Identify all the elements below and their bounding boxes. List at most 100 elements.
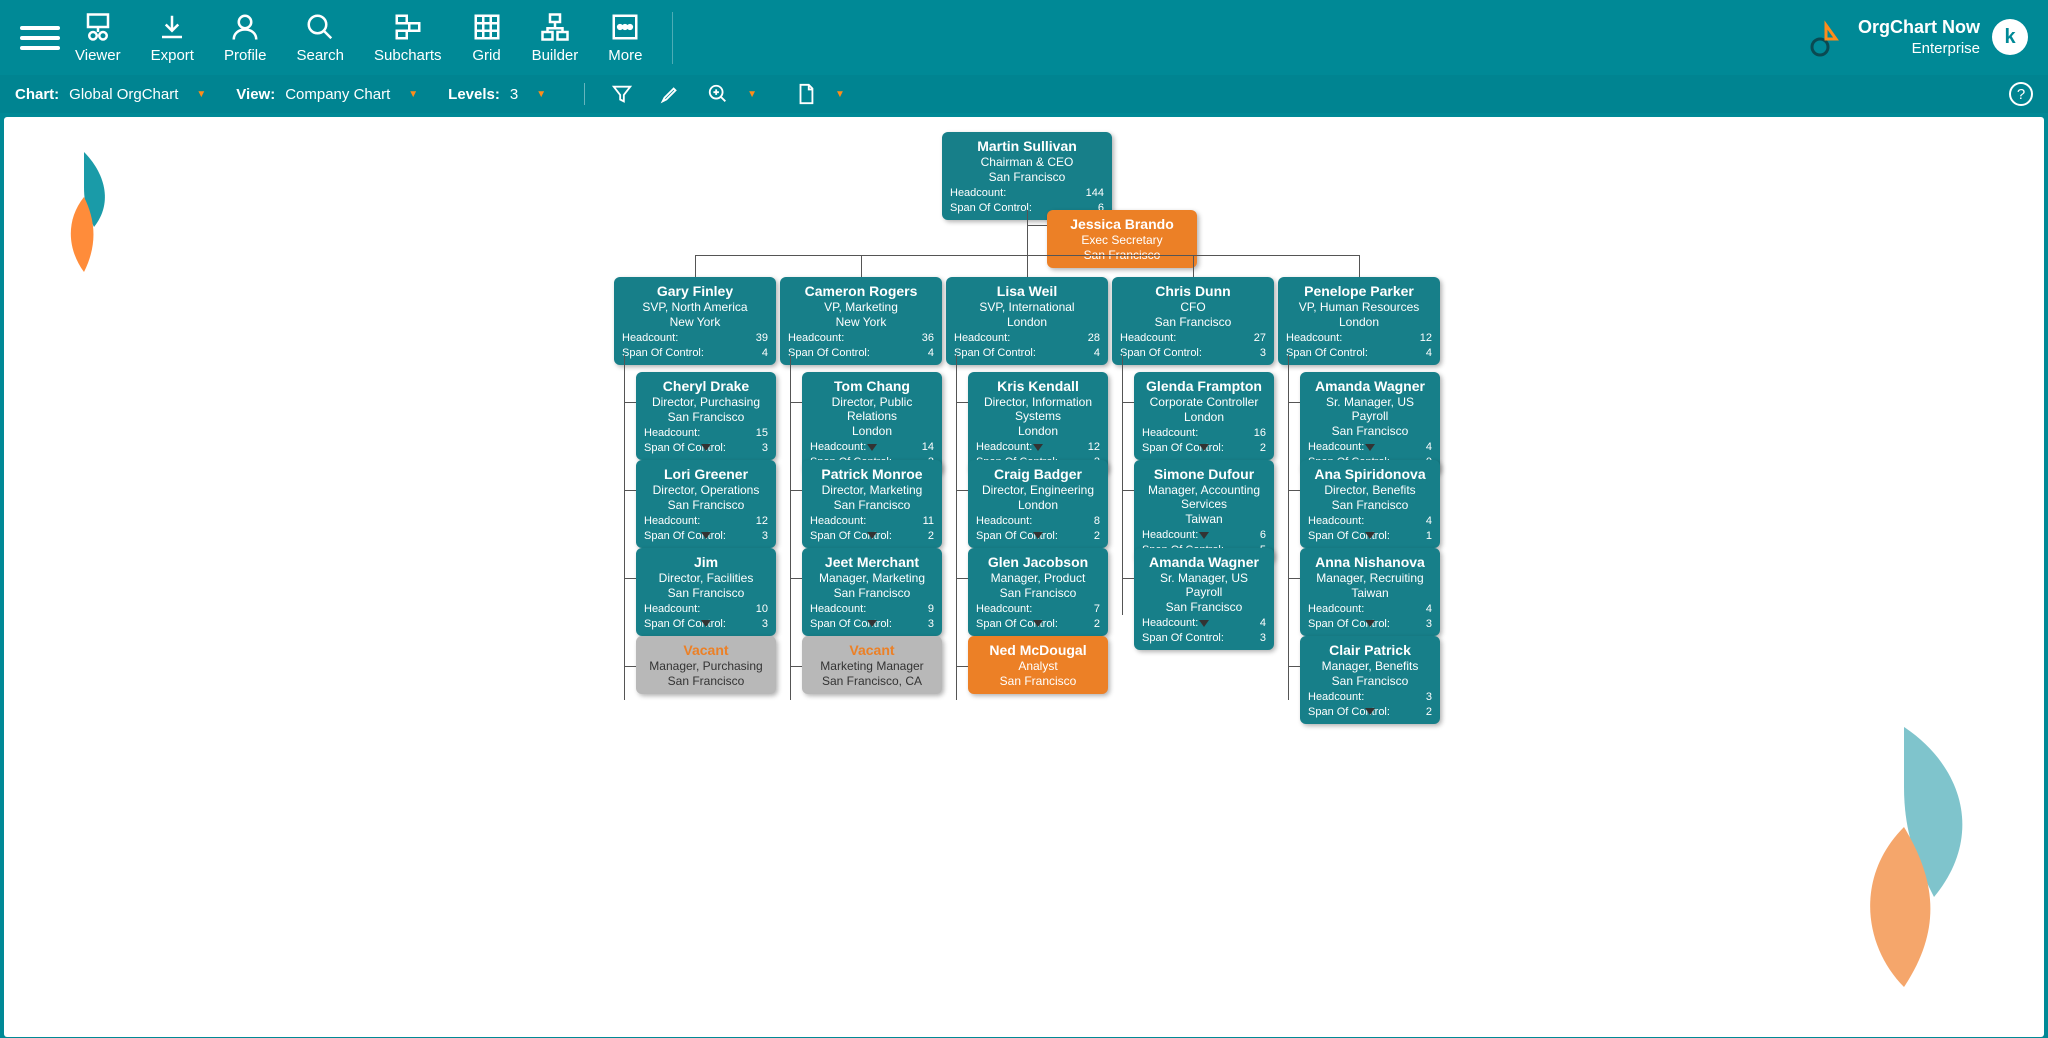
top-toolbar: Viewer Export Profile Search Subcharts G… <box>0 0 2048 75</box>
soc-label: Span Of Control: <box>1308 706 1390 718</box>
builder-label: Builder <box>532 47 579 64</box>
viewer-button[interactable]: Viewer <box>75 12 121 64</box>
headcount-value: 7 <box>1094 603 1100 615</box>
highlight-icon[interactable] <box>659 83 681 105</box>
node-location: Taiwan <box>1308 586 1432 600</box>
soc-value: 2 <box>1426 706 1432 718</box>
export-button[interactable]: Export <box>151 12 194 64</box>
search-button[interactable]: Search <box>296 12 344 64</box>
node-name: Jessica Brando <box>1055 216 1189 232</box>
profile-button[interactable]: Profile <box>224 12 267 64</box>
headcount-value: 12 <box>756 515 768 527</box>
brand-logo-icon <box>1806 17 1846 57</box>
soc-label: Span Of Control: <box>976 530 1058 542</box>
org-node[interactable]: Amanda WagnerSr. Manager, US PayrollSan … <box>1134 548 1274 650</box>
org-node[interactable]: Tom ChangDirector, Public RelationsLondo… <box>802 372 942 474</box>
org-node[interactable]: VacantManager, PurchasingSan Francisco <box>636 636 776 694</box>
arrow-icon <box>701 532 711 539</box>
soc-label: Span Of Control: <box>976 618 1058 630</box>
org-node[interactable]: Martin SullivanChairman & CEOSan Francis… <box>942 132 1112 220</box>
org-node[interactable]: Simone DufourManager, Accounting Service… <box>1134 460 1274 562</box>
headcount-label: Headcount: <box>976 603 1032 615</box>
node-location: San Francisco <box>644 674 768 688</box>
node-name: Ned McDougal <box>976 642 1100 658</box>
soc-label: Span Of Control: <box>950 202 1032 214</box>
org-node[interactable]: VacantMarketing ManagerSan Francisco, CA <box>802 636 942 694</box>
org-node[interactable]: Lisa WeilSVP, InternationalLondonHeadcou… <box>946 277 1108 365</box>
view-dropdown[interactable]: Company Chart <box>285 86 390 103</box>
org-node[interactable]: Penelope ParkerVP, Human ResourcesLondon… <box>1278 277 1440 365</box>
arrow-icon <box>867 444 877 451</box>
node-location: San Francisco <box>1308 424 1432 438</box>
headcount-value: 15 <box>756 427 768 439</box>
chevron-down-icon[interactable]: ▼ <box>196 89 206 100</box>
connector-line <box>1359 255 1360 277</box>
org-node[interactable]: Amanda WagnerSr. Manager, US PayrollSan … <box>1300 372 1440 474</box>
chevron-down-icon[interactable]: ▼ <box>408 89 418 100</box>
node-location: San Francisco <box>976 586 1100 600</box>
soc-label: Span Of Control: <box>1308 530 1390 542</box>
org-node[interactable]: Jessica BrandoExec SecretarySan Francisc… <box>1047 210 1197 268</box>
help-icon[interactable]: ? <box>2009 82 2033 106</box>
node-location: San Francisco <box>950 170 1104 184</box>
soc-label: Span Of Control: <box>644 618 726 630</box>
chart-dropdown[interactable]: Global OrgChart <box>69 86 178 103</box>
connector-line <box>790 355 791 700</box>
headcount-value: 11 <box>923 515 934 527</box>
connector-line <box>1122 355 1123 615</box>
node-title: Exec Secretary <box>1055 233 1189 247</box>
node-name: Lori Greener <box>644 466 768 482</box>
chart-label: Chart: <box>15 86 59 103</box>
headcount-label: Headcount: <box>810 603 866 615</box>
node-location: San Francisco <box>810 586 934 600</box>
more-button[interactable]: More <box>608 12 642 64</box>
subcharts-icon <box>393 12 423 42</box>
node-name: Amanda Wagner <box>1308 378 1432 394</box>
org-node[interactable]: Kris KendallDirector, Information System… <box>968 372 1108 474</box>
subcharts-button[interactable]: Subcharts <box>374 12 442 64</box>
soc-label: Span Of Control: <box>810 618 892 630</box>
zoom-icon[interactable] <box>707 83 729 105</box>
user-avatar[interactable]: k <box>1992 19 2028 55</box>
node-location: San Francisco <box>1308 674 1432 688</box>
headcount-value: 12 <box>1088 441 1100 453</box>
document-icon[interactable] <box>795 83 817 105</box>
filter-icon[interactable] <box>611 83 633 105</box>
chevron-down-icon[interactable]: ▼ <box>835 89 845 100</box>
soc-label: Span Of Control: <box>1308 618 1390 630</box>
soc-value: 4 <box>1094 347 1100 359</box>
levels-dropdown[interactable]: 3 <box>510 86 518 103</box>
soc-label: Span Of Control: <box>954 347 1036 359</box>
profile-label: Profile <box>224 47 267 64</box>
node-name: Tom Chang <box>810 378 934 394</box>
soc-label: Span Of Control: <box>1120 347 1202 359</box>
soc-value: 3 <box>1260 347 1266 359</box>
grid-button[interactable]: Grid <box>472 12 502 64</box>
builder-button[interactable]: Builder <box>532 12 579 64</box>
hamburger-icon[interactable] <box>20 18 60 58</box>
chevron-down-icon[interactable]: ▼ <box>747 89 757 100</box>
watermark-logo-left <box>44 147 124 277</box>
headcount-label: Headcount: <box>1308 691 1364 703</box>
node-name: Kris Kendall <box>976 378 1100 394</box>
node-name: Lisa Weil <box>954 283 1100 299</box>
org-node[interactable]: Cameron RogersVP, MarketingNew YorkHeadc… <box>780 277 942 365</box>
node-name: Glenda Frampton <box>1142 378 1266 394</box>
node-location: New York <box>622 315 768 329</box>
org-node[interactable]: Chris DunnCFOSan FranciscoHeadcount:27Sp… <box>1112 277 1274 365</box>
node-title: Director, Facilities <box>644 571 768 585</box>
org-node[interactable]: Gary FinleySVP, North AmericaNew YorkHea… <box>614 277 776 365</box>
node-name: Craig Badger <box>976 466 1100 482</box>
chevron-down-icon[interactable]: ▼ <box>536 89 546 100</box>
org-node[interactable]: Ned McDougalAnalystSan Francisco <box>968 636 1108 694</box>
connector-line <box>1027 255 1028 277</box>
node-location: San Francisco <box>644 586 768 600</box>
arrow-icon <box>1033 620 1043 627</box>
arrow-icon <box>701 620 711 627</box>
node-name: Anna Nishanova <box>1308 554 1432 570</box>
node-name: Amanda Wagner <box>1142 554 1266 570</box>
node-location: San Francisco <box>810 498 934 512</box>
connector-line <box>695 255 696 277</box>
soc-label: Span Of Control: <box>1286 347 1368 359</box>
headcount-value: 14 <box>922 441 934 453</box>
